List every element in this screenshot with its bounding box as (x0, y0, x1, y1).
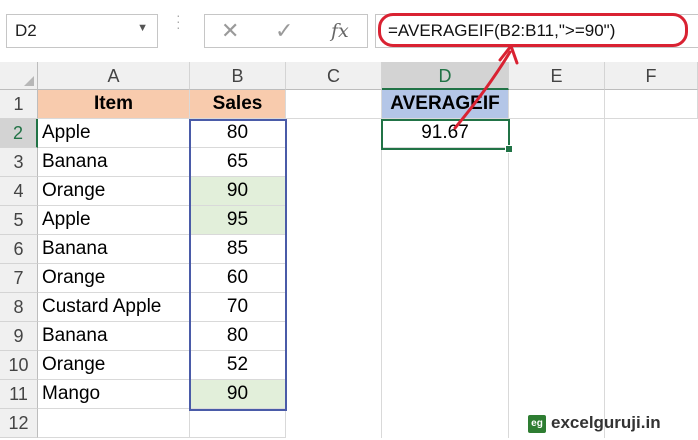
cancel-icon[interactable]: ✕ (221, 18, 239, 44)
column-header-e[interactable]: E (509, 62, 605, 90)
cell-sales-highlighted[interactable]: 90 (190, 380, 286, 409)
cell-item[interactable]: Banana (38, 148, 190, 177)
cell-a12[interactable] (38, 409, 190, 438)
cell-item[interactable]: Custard Apple (38, 293, 190, 322)
cell-a1-item-header[interactable]: Item (38, 90, 190, 119)
row-header-3[interactable]: 3 (0, 148, 38, 177)
cell-item[interactable]: Mango (38, 380, 190, 409)
column-header-d[interactable]: D (382, 62, 509, 90)
cell-item[interactable]: Apple (38, 119, 190, 148)
chevron-down-icon[interactable]: ▼ (137, 22, 148, 34)
enter-icon[interactable]: ✓ (275, 18, 293, 44)
drag-handle-icon[interactable]: · · · (176, 8, 181, 34)
cell-b12[interactable] (190, 409, 286, 438)
formula-buttons: ✕ ✓ fx (204, 14, 368, 48)
cell-sales[interactable]: 60 (190, 264, 286, 293)
cell-d2-result[interactable]: 91.67 (382, 119, 509, 148)
column-header-c[interactable]: C (286, 62, 382, 90)
row-header-11[interactable]: 11 (0, 380, 38, 409)
formula-annotation-outline (378, 13, 688, 47)
cell-sales-highlighted[interactable]: 95 (190, 206, 286, 235)
cell-f1[interactable] (605, 90, 698, 119)
column-e-empty-cells[interactable] (509, 119, 605, 438)
row-header-12[interactable]: 12 (0, 409, 38, 438)
column-header-a[interactable]: A (38, 62, 190, 90)
cell-sales[interactable]: 80 (190, 322, 286, 351)
cell-d1-averageif-header[interactable]: AVERAGEIF (382, 90, 509, 119)
cell-item[interactable]: Orange (38, 351, 190, 380)
row-header-7[interactable]: 7 (0, 264, 38, 293)
cell-sales[interactable]: 65 (190, 148, 286, 177)
row-header-6[interactable]: 6 (0, 235, 38, 264)
watermark-text: excelguruji.in (551, 413, 661, 432)
cell-e1[interactable] (509, 90, 605, 119)
name-box[interactable]: D2 ▼ (6, 14, 158, 48)
cell-item[interactable]: Apple (38, 206, 190, 235)
row-header-10[interactable]: 10 (0, 351, 38, 380)
column-c-empty-cells[interactable] (286, 119, 382, 438)
cell-sales[interactable]: 85 (190, 235, 286, 264)
cell-c1[interactable] (286, 90, 382, 119)
column-f-empty-cells[interactable] (605, 119, 698, 438)
row-header-2[interactable]: 2 (0, 119, 38, 148)
fill-handle[interactable] (505, 145, 513, 153)
cell-sales[interactable]: 70 (190, 293, 286, 322)
select-all-corner[interactable] (0, 62, 38, 90)
cell-sales-highlighted[interactable]: 90 (190, 177, 286, 206)
excelguruji-logo-icon: eg (528, 415, 546, 433)
cell-item[interactable]: Orange (38, 177, 190, 206)
cell-b1-sales-header[interactable]: Sales (190, 90, 286, 119)
row-header-5[interactable]: 5 (0, 206, 38, 235)
formula-bar: D2 ▼ · · · ✕ ✓ fx =AVERAGEIF(B2:B11,">=90"… (0, 0, 698, 63)
insert-function-icon[interactable]: fx (331, 18, 349, 44)
name-box-value: D2 (15, 21, 37, 40)
row-header-1[interactable]: 1 (0, 90, 38, 119)
row-header-8[interactable]: 8 (0, 293, 38, 322)
row-header-4[interactable]: 4 (0, 177, 38, 206)
cell-item[interactable]: Banana (38, 322, 190, 351)
column-header-b[interactable]: B (190, 62, 286, 90)
cell-sales[interactable]: 80 (190, 119, 286, 148)
cell-sales[interactable]: 52 (190, 351, 286, 380)
column-d-empty-cells[interactable] (382, 148, 509, 438)
column-header-f[interactable]: F (605, 62, 698, 90)
cell-item[interactable]: Banana (38, 235, 190, 264)
cell-item[interactable]: Orange (38, 264, 190, 293)
row-header-9[interactable]: 9 (0, 322, 38, 351)
